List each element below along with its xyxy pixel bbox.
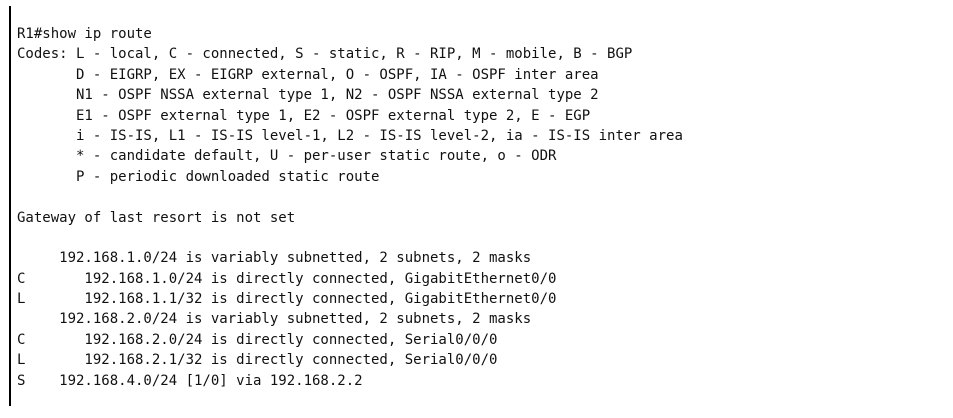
- codes-legend-line: N1 - OSPF NSSA external type 1, N2 - OSP…: [17, 87, 599, 104]
- route-entry-line: C 192.168.1.0/24 is directly connected, …: [17, 270, 557, 287]
- gateway-status-line: Gateway of last resort is not set: [17, 209, 296, 226]
- prompt-command-line: R1#show ip route: [17, 26, 152, 42]
- route-entry-line: L 192.168.1.1/32 is directly connected, …: [17, 291, 557, 308]
- codes-legend-line: * - candidate default, U - per-user stat…: [17, 148, 557, 165]
- codes-legend-line: Codes: L - local, C - connected, S - sta…: [17, 46, 633, 63]
- terminal-output[interactable]: R1#show ip route Codes: L - local, C - c…: [0, 0, 953, 418]
- terminal-lines: R1#show ip route Codes: L - local, C - c…: [17, 24, 683, 391]
- route-summary-line: 192.168.2.0/24 is variably subnetted, 2 …: [17, 311, 532, 328]
- route-entry-line: C 192.168.2.0/24 is directly connected, …: [17, 331, 498, 348]
- route-summary-line: 192.168.1.0/24 is variably subnetted, 2 …: [17, 250, 532, 267]
- terminal-left-border: [9, 6, 11, 406]
- codes-legend-line: E1 - OSPF external type 1, E2 - OSPF ext…: [17, 107, 591, 124]
- codes-legend-line: i - IS-IS, L1 - IS-IS level-1, L2 - IS-I…: [17, 127, 683, 144]
- route-entry-line: L 192.168.2.1/32 is directly connected, …: [17, 352, 498, 369]
- route-entry-line: S 192.168.4.0/24 [1/0] via 192.168.2.2: [17, 372, 363, 389]
- codes-legend-line: P - periodic downloaded static route: [17, 168, 380, 185]
- codes-legend-line: D - EIGRP, EX - EIGRP external, O - OSPF…: [17, 66, 599, 83]
